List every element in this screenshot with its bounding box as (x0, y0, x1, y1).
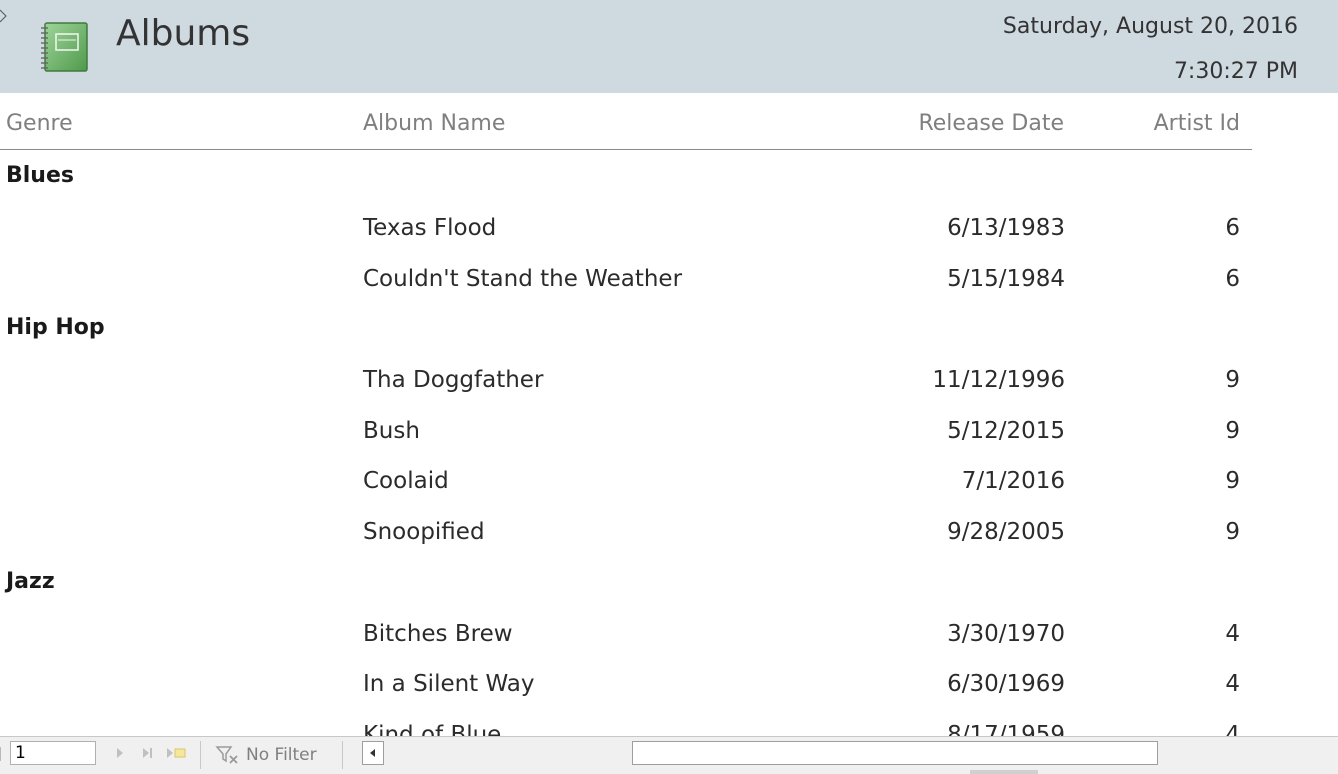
genre-label: Blues (6, 163, 74, 188)
report-title: Albums (116, 13, 251, 54)
nav-separator (342, 741, 343, 769)
artist-id: 9 (1225, 518, 1240, 545)
artist-id: 9 (1225, 468, 1240, 495)
corner-selector-icon (0, 9, 7, 23)
new-record-icon (167, 748, 186, 758)
no-filter-button[interactable]: No Filter (210, 740, 338, 770)
record-navigation-bar: No Filter (0, 736, 1338, 774)
album-row: In a Silent Way 6/30/1969 4 (0, 657, 1338, 708)
album-row: Coolaid 7/1/2016 9 (0, 454, 1338, 505)
release-date: 5/15/1984 (947, 265, 1065, 292)
window-resize-edge (970, 770, 1038, 774)
first-record-edge (0, 747, 5, 761)
album-row: Snoopified 9/28/2005 9 (0, 505, 1338, 556)
current-record-input[interactable] (10, 741, 96, 765)
genre-group-header: Blues (0, 150, 1338, 201)
album-name: In a Silent Way (363, 671, 535, 698)
release-date: 6/13/1983 (947, 215, 1065, 241)
album-name: Coolaid (363, 468, 449, 495)
scroll-left-button[interactable] (362, 741, 384, 765)
artist-id: 4 (1225, 721, 1240, 736)
report-header: Albums Saturday, August 20, 2016 7:30:27… (0, 0, 1338, 93)
column-header-artist-id: Artist Id (1153, 111, 1240, 136)
report-notebook-icon (41, 22, 88, 72)
column-header-genre: Genre (6, 111, 73, 136)
release-date: 11/12/1996 (932, 367, 1065, 394)
album-row: Couldn't Stand the Weather 5/15/1984 6 (0, 252, 1338, 303)
nav-separator (200, 741, 201, 769)
report-date: Saturday, August 20, 2016 (1002, 14, 1298, 39)
genre-group-header: Jazz (0, 556, 1338, 607)
album-row: Kind of Blue 8/17/1959 4 (0, 708, 1338, 736)
release-date: 3/30/1970 (947, 620, 1065, 647)
album-name: Snoopified (363, 518, 485, 545)
album-name: Tha Doggfather (363, 367, 544, 394)
filter-status-label: No Filter (246, 745, 317, 765)
next-record-icon (117, 748, 123, 758)
album-row: Texas Flood 6/13/1983 6 (0, 201, 1338, 252)
album-name: Bush (363, 417, 420, 444)
album-row: Bush 5/12/2015 9 (0, 404, 1338, 455)
genre-label: Jazz (6, 568, 55, 594)
report-time: 7:30:27 PM (1173, 59, 1298, 84)
artist-id: 9 (1225, 417, 1240, 444)
release-date: 6/30/1969 (947, 671, 1065, 698)
album-name: Texas Flood (363, 215, 497, 241)
album-row: Bitches Brew 3/30/1970 4 (0, 607, 1338, 658)
artist-id: 4 (1225, 671, 1240, 698)
column-header-row: Genre Album Name Release Date Artist Id (0, 96, 1252, 150)
last-record-button[interactable] (138, 743, 158, 763)
genre-group-header: Hip Hop (0, 302, 1338, 353)
scroll-left-arrow-icon (370, 749, 375, 757)
release-date: 7/1/2016 (961, 468, 1065, 495)
release-date: 5/12/2015 (947, 417, 1065, 444)
album-name: Couldn't Stand the Weather (363, 265, 683, 292)
column-header-release-date: Release Date (918, 111, 1064, 136)
album-name: Kind of Blue (363, 721, 502, 736)
album-row: Tha Doggfather 11/12/1996 9 (0, 353, 1338, 404)
artist-id: 4 (1225, 620, 1240, 647)
last-record-icon (143, 748, 152, 758)
album-name: Bitches Brew (363, 620, 513, 647)
release-date: 8/17/1959 (947, 721, 1065, 736)
horizontal-scrollbar-thumb[interactable] (632, 741, 1158, 765)
release-date: 9/28/2005 (947, 518, 1065, 545)
artist-id: 6 (1225, 215, 1240, 241)
artist-id: 6 (1225, 265, 1240, 292)
artist-id: 9 (1225, 367, 1240, 394)
no-filter-icon (215, 746, 238, 764)
new-record-button[interactable] (164, 743, 190, 763)
column-header-album-name: Album Name (363, 111, 506, 136)
report-body: Blues Texas Flood 6/13/1983 6 Couldn't S… (0, 150, 1338, 736)
genre-label: Hip Hop (6, 315, 105, 341)
next-record-button[interactable] (112, 743, 128, 763)
